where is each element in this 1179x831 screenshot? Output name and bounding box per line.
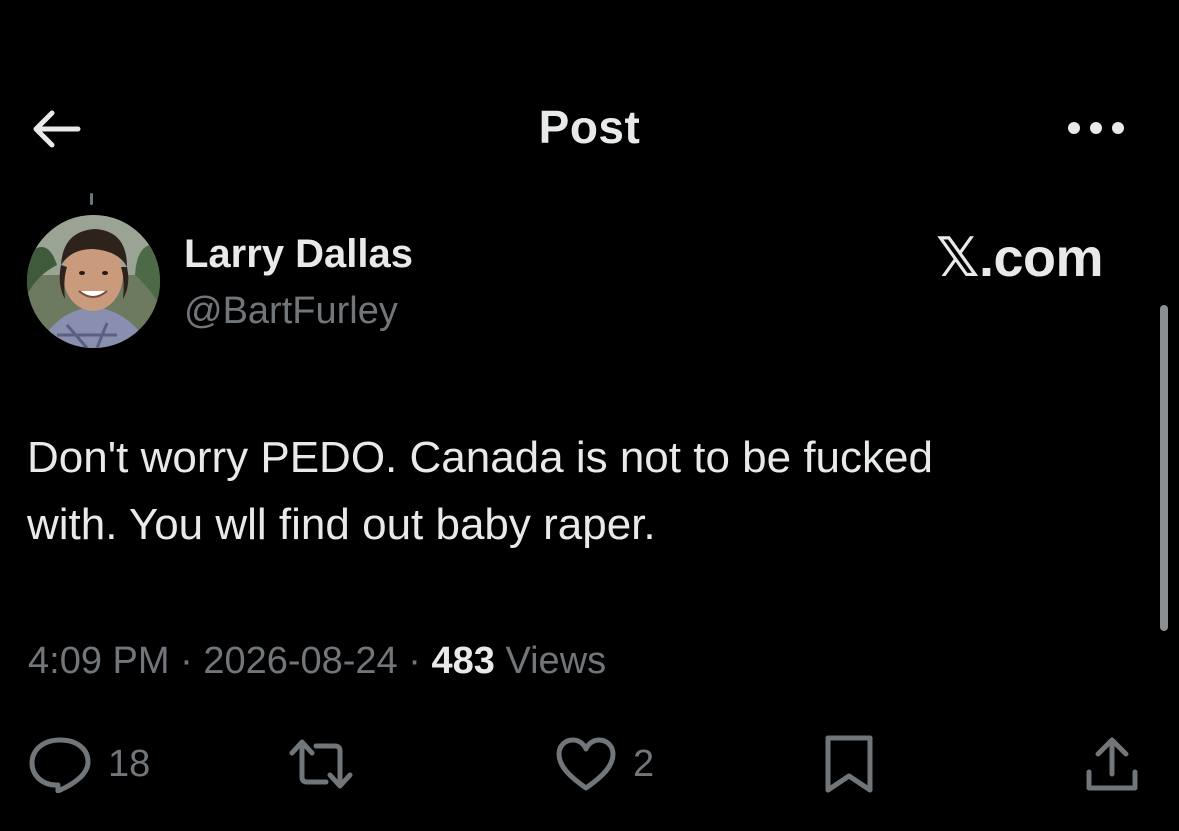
thread-connector xyxy=(90,193,93,205)
scrollbar[interactable] xyxy=(1160,305,1168,631)
views-label: Views xyxy=(505,640,607,682)
avatar-image xyxy=(27,215,160,348)
like-count: 2 xyxy=(633,742,655,785)
meta-separator: · xyxy=(408,640,421,682)
views-count: 483 xyxy=(431,640,495,682)
repost-icon xyxy=(289,739,353,789)
repost-button[interactable] xyxy=(286,734,356,794)
reply-count: 18 xyxy=(108,742,151,785)
more-horizontal-icon xyxy=(1068,122,1124,134)
share-button[interactable] xyxy=(1084,734,1140,794)
heart-icon xyxy=(556,737,616,791)
tweet-date[interactable]: 2026-08-24 xyxy=(203,640,397,682)
tweet-text-line: with. You wll find out baby raper. xyxy=(27,500,656,549)
reply-icon xyxy=(29,737,91,793)
like-button[interactable]: 2 xyxy=(555,734,654,794)
meta-separator: · xyxy=(180,640,193,682)
tweet-meta: 4:09 PM · 2026-08-24 · 483 Views xyxy=(28,640,606,683)
bookmark-button[interactable] xyxy=(822,734,876,794)
tweet-text-line: Don't worry PEDO. Canada is not to be fu… xyxy=(27,433,933,482)
author-handle[interactable]: @BartFurley xyxy=(184,290,398,333)
avatar[interactable] xyxy=(27,215,160,348)
tweet-text: Don't worry PEDO. Canada is not to be fu… xyxy=(27,424,1137,558)
bookmark-icon xyxy=(825,735,873,793)
more-button[interactable] xyxy=(1064,110,1128,146)
share-icon xyxy=(1086,737,1138,791)
author-display-name[interactable]: Larry Dallas xyxy=(184,232,413,277)
page-title: Post xyxy=(538,101,641,153)
tweet-time[interactable]: 4:09 PM xyxy=(28,640,170,682)
reply-button[interactable]: 18 xyxy=(28,734,150,794)
site-watermark: 𝕏.com xyxy=(936,228,1104,288)
